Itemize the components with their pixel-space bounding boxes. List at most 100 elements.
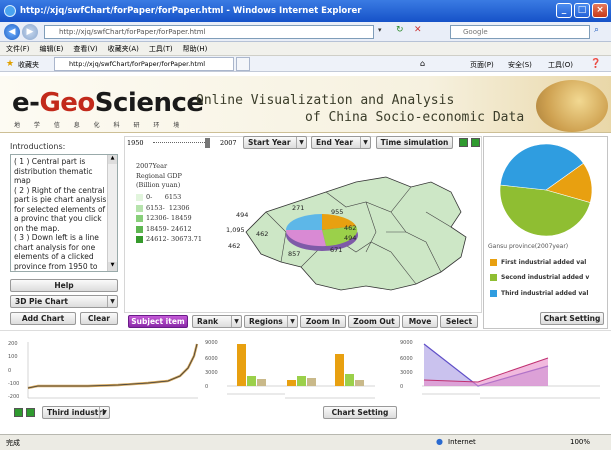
zoom-level[interactable]: 100% [570,438,590,446]
start-year-select[interactable]: Start Year ▼ [243,136,307,149]
add-chart-button[interactable]: Add Chart [10,312,76,325]
pie-group [499,143,593,237]
chevron-down-icon: ▼ [360,137,370,148]
move-button[interactable]: Move [402,315,438,328]
map-label: 671 [330,246,342,254]
y-tick-label: 6000 [205,356,218,362]
intro-textbox[interactable]: ( 1 ) Central part is distribution thema… [10,154,118,272]
safety-menu[interactable]: 安全(S) [508,60,532,70]
internet-zone-label: Internet [448,438,476,446]
refresh-icon[interactable]: ↻ [396,25,410,39]
menu-tools[interactable]: 工具(T) [149,44,173,54]
china-map[interactable]: 271 494 955 462 494 462 1,095 462 857 67… [226,172,481,292]
y-tick-label: 6000 [400,356,413,362]
series-select[interactable]: Third industri ▼ [42,406,110,419]
year-slider-handle[interactable] [205,138,210,148]
menu-favorites[interactable]: 收藏夹(A) [108,44,139,54]
menu-view[interactable]: 查看(V) [73,44,97,54]
internet-zone-icon: ● [436,437,443,446]
legend-item: 18459- 24612 [136,224,226,235]
tab-current[interactable]: http://xjq/swfChart/forPaper/forPaper.ht… [54,57,234,71]
map-label: 462 [256,230,268,238]
scroll-down-icon[interactable]: ▼ [108,262,117,271]
new-tab-button[interactable] [236,57,250,71]
page-title-line2: of China Socio-economic Data [305,110,525,125]
back-button[interactable]: ◀ [4,24,20,40]
zoom-out-button[interactable]: Zoom Out [348,315,400,328]
regions-label: Regions [249,317,283,326]
y-tick-label: 0 [205,384,208,390]
play-icon[interactable] [459,138,468,147]
rank-label: Rank [197,317,219,326]
zoom-in-button[interactable]: Zoom In [300,315,346,328]
intro-scrollbar[interactable]: ▲ ▼ [107,155,117,271]
favorites-label[interactable]: 收藏夹 [18,60,39,70]
y-tick-label: 100 [8,354,18,360]
time-simulation-button[interactable]: Time simulation [376,136,453,149]
y-tick-label: -200 [8,394,19,400]
legend-range: 6153- 12306 [146,203,190,212]
map-label: 462 [344,224,356,232]
favorites-star-icon[interactable]: ★ [6,59,14,69]
legend-title-unit: (Billion yuan) [136,181,181,189]
address-input[interactable]: http://xjq/swfChart/forPaper/forPaper.ht… [44,25,374,39]
map-label: 955 [331,208,343,216]
y-tick-label: 9000 [205,340,218,346]
stop-icon[interactable] [471,138,480,147]
bottom-chart-setting-button[interactable]: Chart Setting [323,406,397,419]
clear-button[interactable]: Clear [80,312,118,325]
stop-icon[interactable] [26,408,35,417]
legend-range: 12306- 18459 [146,214,192,222]
y-tick-label: 9000 [400,340,413,346]
home-icon[interactable]: ⌂ [420,59,425,68]
pie-legend-item: First industrial added val [490,259,586,266]
stop-icon[interactable]: ✕ [414,25,428,39]
legend-item: 24612- 30673.71 [136,235,226,246]
year-slider[interactable] [153,142,209,145]
favorites-bar: ★ 收藏夹 http://xjq/swfChart/forPaper/forPa… [0,56,611,72]
menu-help[interactable]: 帮助(H) [183,44,208,54]
y-tick-label: 3000 [400,370,413,376]
minimize-button[interactable]: _ [556,3,572,18]
chart-type-select[interactable]: 3D Pie Chart ▼ [10,295,118,308]
legend-swatch [136,215,143,223]
search-input[interactable]: Google [450,25,590,39]
regions-select[interactable]: Regions ▼ [244,315,298,328]
legend-item: 0- 6153 [136,193,226,204]
search-go-icon[interactable]: ⌕ [594,25,608,39]
chevron-down-icon: ▼ [231,316,241,327]
address-dropdown-icon[interactable]: ▾ [378,26,388,38]
province-pie-chart[interactable] [492,140,600,240]
legend-title-year: 2007Year [136,162,168,170]
chart-setting-button[interactable]: Chart Setting [540,312,604,325]
play-icon[interactable] [14,408,23,417]
legend-swatch [136,236,143,244]
area-chart[interactable]: 9000 6000 3000 0 [400,336,605,406]
legend-item: 12306- 18459 [136,214,226,225]
page-menu[interactable]: 页面(P) [470,60,494,70]
bar [237,344,246,386]
maximize-button[interactable]: □ [574,3,590,18]
subject-item-button[interactable]: Subject item [128,315,188,328]
help-icon[interactable]: ❓ [590,59,601,69]
forward-button[interactable]: ▶ [22,24,38,40]
menu-file[interactable]: 文件(F) [6,44,30,54]
rank-select[interactable]: Rank ▼ [192,315,242,328]
help-button[interactable]: Help [10,279,118,292]
close-button[interactable]: × [592,3,608,18]
map-label: 1,095 [226,226,245,234]
tools-menu[interactable]: 工具(O) [548,60,573,70]
end-year-select[interactable]: End Year ▼ [311,136,371,149]
scroll-up-icon[interactable]: ▲ [108,155,117,164]
chevron-down-icon: ▼ [287,316,297,327]
province-title: Gansu province(2007year) [488,243,569,250]
menu-edit[interactable]: 编辑(E) [40,44,64,54]
bar [307,378,316,386]
legend-swatch [136,225,143,233]
select-button[interactable]: Select [440,315,478,328]
legend-swatch [490,290,497,297]
legend-range: 0- 6153 [146,193,182,201]
bar [257,379,266,386]
line-chart[interactable]: 200 100 0 -100 -200 [8,336,200,402]
bar-chart[interactable]: 9000 6000 3000 0 [205,336,380,406]
